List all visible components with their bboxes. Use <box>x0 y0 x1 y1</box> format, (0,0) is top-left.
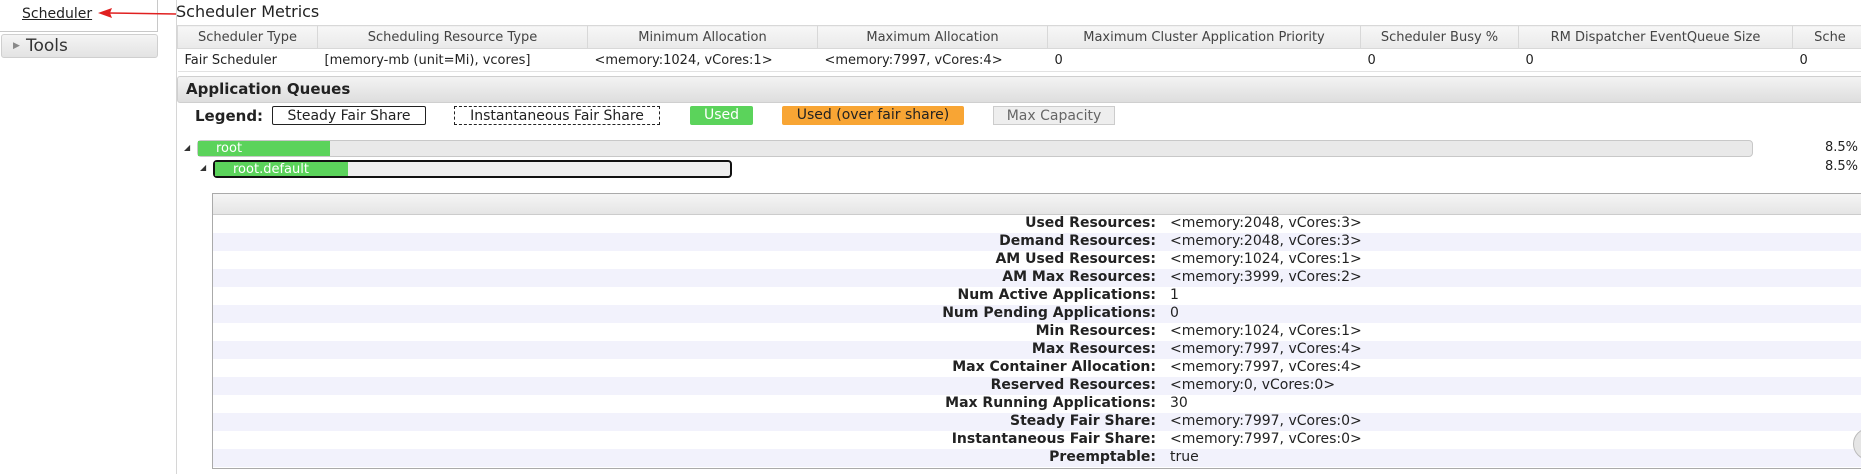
detail-key: Reserved Resources: <box>990 377 1156 393</box>
detail-row: Instantaneous Fair Share: <memory:7997, v… <box>213 431 1861 449</box>
queue-details-rows: Used Resources: <memory:2048, vCores:3> De… <box>213 215 1861 467</box>
detail-key: Num Pending Applications: <box>942 305 1156 321</box>
queue-details-panel: Used Resources: <memory:2048, vCores:3> De… <box>212 193 1861 469</box>
detail-row: Preemptable: true <box>213 449 1861 467</box>
detail-row: Num Pending Applications: 0 <box>213 305 1861 323</box>
annotation-arrow-icon <box>98 8 176 18</box>
queue-bar-default[interactable]: root.default <box>213 160 732 178</box>
col-eventqueue[interactable]: RM Dispatcher EventQueue Size <box>1518 25 1793 49</box>
cell-max-allocation: <memory:7997, vCores:4> <box>817 48 1048 72</box>
detail-key: AM Max Resources: <box>1002 269 1156 285</box>
detail-row: AM Used Resources: <memory:1024, vCores:1… <box>213 251 1861 269</box>
col-resource-type[interactable]: Scheduling Resource Type <box>317 25 588 49</box>
detail-key: Min Resources: <box>1035 323 1156 339</box>
detail-value: <memory:7997, vCores:0> <box>1170 413 1362 429</box>
detail-key: Instantaneous Fair Share: <box>951 431 1156 447</box>
detail-key: Steady Fair Share: <box>1009 413 1156 429</box>
cell-min-allocation: <memory:1024, vCores:1> <box>587 48 818 72</box>
detail-value: <memory:2048, vCores:3> <box>1170 215 1362 231</box>
detail-row: Used Resources: <memory:2048, vCores:3> <box>213 215 1861 233</box>
col-max-priority[interactable]: Maximum Cluster Application Priority <box>1047 25 1361 49</box>
legend-label: Legend: <box>195 107 264 125</box>
detail-value: <memory:7997, vCores:4> <box>1170 359 1362 375</box>
legend-used-over-fair-share: Used (over fair share) <box>782 106 964 125</box>
cell-eventqueue: 0 <box>1518 48 1793 72</box>
detail-value: 1 <box>1170 287 1179 303</box>
scheduler-metrics-table: Scheduler Type Scheduling Resource Type … <box>177 25 1861 72</box>
detail-value: <memory:2048, vCores:3> <box>1170 233 1362 249</box>
detail-key: Max Resources: <box>1031 341 1156 357</box>
detail-value: 0 <box>1170 305 1179 321</box>
collapse-default-icon[interactable]: ◢ <box>200 163 206 172</box>
detail-value: <memory:3999, vCores:2> <box>1170 269 1362 285</box>
detail-key: Max Running Applications: <box>945 395 1156 411</box>
detail-key: Used Resources: <box>1025 215 1156 231</box>
detail-row: Reserved Resources: <memory:0, vCores:0> <box>213 377 1861 395</box>
detail-value: 30 <box>1170 395 1188 411</box>
nav-scheduler-link[interactable]: Scheduler <box>22 6 92 22</box>
detail-value: true <box>1170 449 1199 465</box>
col-busy[interactable]: Scheduler Busy % <box>1360 25 1519 49</box>
cell-scheduler-type: Fair Scheduler <box>177 48 318 72</box>
legend-max-capacity: Max Capacity <box>993 106 1115 125</box>
legend-steady-fair-share: Steady Fair Share <box>272 106 426 125</box>
table-row: Fair Scheduler [memory-mb (unit=Mi), vco… <box>177 48 1861 72</box>
detail-value: <memory:7997, vCores:0> <box>1170 431 1362 447</box>
detail-value: <memory:7997, vCores:4> <box>1170 341 1362 357</box>
detail-row: Min Resources: <memory:1024, vCores:1> <box>213 323 1861 341</box>
detail-key: Preemptable: <box>1049 449 1156 465</box>
collapse-root-icon[interactable]: ◢ <box>184 143 190 152</box>
nav-tools-item[interactable]: ▶ Tools <box>1 34 158 58</box>
detail-row: Max Running Applications: 30 <box>213 395 1861 413</box>
col-truncated[interactable]: Sche <box>1792 25 1861 49</box>
legend-instantaneous-fair-share: Instantaneous Fair Share <box>454 106 660 125</box>
detail-value: <memory:1024, vCores:1> <box>1170 251 1362 267</box>
cell-truncated: 0 <box>1792 48 1861 72</box>
queue-percent-root: 8.5% <box>1825 140 1859 155</box>
detail-key: Demand Resources: <box>999 233 1156 249</box>
col-min-allocation[interactable]: Minimum Allocation <box>587 25 818 49</box>
col-max-allocation[interactable]: Maximum Allocation <box>817 25 1048 49</box>
application-queues-header: Application Queues <box>177 76 1861 103</box>
col-scheduler-type[interactable]: Scheduler Type <box>177 25 318 49</box>
detail-row: Max Container Allocation: <memory:7997, v… <box>213 359 1861 377</box>
queue-details-header <box>213 194 1861 215</box>
queue-percent-default: 8.5% <box>1825 159 1859 174</box>
cell-max-priority: 0 <box>1047 48 1361 72</box>
detail-row: Num Active Applications: 1 <box>213 287 1861 305</box>
cell-busy: 0 <box>1360 48 1519 72</box>
detail-row: AM Max Resources: <memory:3999, vCores:2> <box>213 269 1861 287</box>
queue-name-root: root <box>216 141 243 156</box>
expand-triangle-icon: ▶ <box>13 41 20 51</box>
scheduler-metrics-title: Scheduler Metrics <box>176 2 320 21</box>
nav-tools-label: Tools <box>26 36 68 56</box>
detail-key: Num Active Applications: <box>957 287 1157 303</box>
legend-used: Used <box>690 106 753 125</box>
application-queues-title: Application Queues <box>186 80 351 98</box>
detail-row: Max Resources: <memory:7997, vCores:4> <box>213 341 1861 359</box>
queue-name-default: root.default <box>233 162 309 177</box>
cell-resource-type: [memory-mb (unit=Mi), vcores] <box>317 48 588 72</box>
queue-bar-root[interactable]: root <box>197 140 1753 157</box>
detail-row: Steady Fair Share: <memory:7997, vCores:0… <box>213 413 1861 431</box>
detail-value: <memory:0, vCores:0> <box>1170 377 1336 393</box>
detail-key: Max Container Allocation: <box>952 359 1156 375</box>
detail-row: Demand Resources: <memory:2048, vCores:3> <box>213 233 1861 251</box>
detail-value: <memory:1024, vCores:1> <box>1170 323 1362 339</box>
detail-key: AM Used Resources: <box>995 251 1156 267</box>
